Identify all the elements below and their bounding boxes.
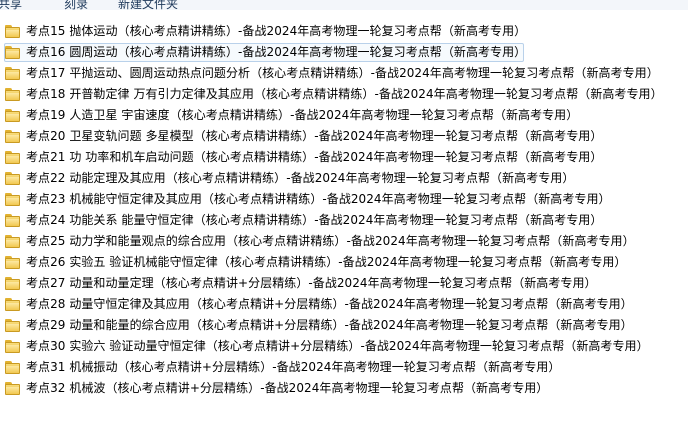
- folder-item[interactable]: 考点32 机械波（核心考点精讲+分层精练）-备战2024年高考物理一轮复习考点帮…: [0, 378, 688, 399]
- folder-name: 考点24 功能关系 能量守恒定律（核心考点精讲精练）-备战2024年高考物理一轮…: [26, 213, 603, 227]
- folder-item[interactable]: 考点23 机械能守恒定律及其应用（核心考点精讲精练）-备战2024年高考物理一轮…: [0, 189, 688, 210]
- folder-name: 考点23 机械能守恒定律及其应用（核心考点精讲精练）-备战2024年高考物理一轮…: [26, 192, 611, 206]
- folder-icon: [5, 193, 20, 206]
- folder-name: 考点18 开普勒定律 万有引力定律及其应用（核心考点精讲精练）-备战2024年高…: [26, 87, 663, 101]
- folder-icon: [5, 88, 20, 101]
- folder-icon: [5, 46, 20, 59]
- folder-item[interactable]: 考点30 实验六 验证动量守恒定律（核心考点精讲+分层精练）-备战2024年高考…: [0, 336, 688, 357]
- folder-icon: [5, 298, 20, 311]
- folder-item[interactable]: 考点21 功 功率和机车启动问题（核心考点精讲精练）-备战2024年高考物理一轮…: [0, 147, 688, 168]
- folder-icon: [5, 277, 20, 290]
- folder-name: 考点19 人造卫星 宇宙速度（核心考点精讲精练）-备战2024年高考物理一轮复习…: [26, 108, 579, 122]
- folder-name: 考点30 实验六 验证动量守恒定律（核心考点精讲+分层精练）-备战2024年高考…: [26, 339, 649, 353]
- folder-icon: [5, 382, 20, 395]
- folder-icon: [5, 256, 20, 269]
- folder-item[interactable]: 考点27 动量和动量定理（核心考点精讲+分层精练）-备战2024年高考物理一轮复…: [0, 273, 688, 294]
- file-list: 考点15 抛体运动（核心考点精讲精练）-备战2024年高考物理一轮复习考点帮（新…: [0, 21, 688, 399]
- folder-item[interactable]: 考点29 动量和能量的综合应用（核心考点精讲+分层精练）-备战2024年高考物理…: [0, 315, 688, 336]
- folder-name: 考点15 抛体运动（核心考点精讲精练）-备战2024年高考物理一轮复习考点帮（新…: [26, 24, 527, 38]
- folder-item[interactable]: 考点26 实验五 验证机械能守恒定律（核心考点精讲精练）-备战2024年高考物理…: [0, 252, 688, 273]
- folder-name: 考点26 实验五 验证机械能守恒定律（核心考点精讲精练）-备战2024年高考物理…: [26, 255, 627, 269]
- new-folder-button[interactable]: 新建文件夹: [118, 0, 178, 10]
- folder-icon: [5, 109, 20, 122]
- folder-icon: [5, 214, 20, 227]
- folder-item[interactable]: 考点17 平抛运动、圆周运动热点问题分析（核心考点精讲精练）-备战2024年高考…: [0, 63, 688, 84]
- folder-icon: [5, 130, 20, 143]
- explorer-toolbar: 共享 刻录 新建文件夹: [0, 0, 688, 10]
- folder-icon: [5, 340, 20, 353]
- folder-item[interactable]: 考点31 机械振动（核心考点精讲+分层精练）-备战2024年高考物理一轮复习考点…: [0, 357, 688, 378]
- folder-item[interactable]: 考点19 人造卫星 宇宙速度（核心考点精讲精练）-备战2024年高考物理一轮复习…: [0, 105, 688, 126]
- folder-name: 考点27 动量和动量定理（核心考点精讲+分层精练）-备战2024年高考物理一轮复…: [26, 276, 597, 290]
- folder-icon: [5, 67, 20, 80]
- burn-button[interactable]: 刻录: [64, 0, 88, 10]
- folder-item[interactable]: 考点22 动能定理及其应用（核心考点精讲精练）-备战2024年高考物理一轮复习考…: [0, 168, 688, 189]
- folder-item[interactable]: 考点15 抛体运动（核心考点精讲精练）-备战2024年高考物理一轮复习考点帮（新…: [0, 21, 688, 42]
- folder-name: 考点31 机械振动（核心考点精讲+分层精练）-备战2024年高考物理一轮复习考点…: [26, 360, 561, 374]
- folder-item[interactable]: 考点16 圆周运动（核心考点精讲精练）-备战2024年高考物理一轮复习考点帮（新…: [0, 42, 688, 63]
- folder-item[interactable]: 考点20 卫星变轨问题 多星模型（核心考点精讲精练）-备战2024年高考物理一轮…: [0, 126, 688, 147]
- folder-icon: [5, 319, 20, 332]
- folder-icon: [5, 172, 20, 185]
- folder-icon: [5, 361, 20, 374]
- folder-item[interactable]: 考点24 功能关系 能量守恒定律（核心考点精讲精练）-备战2024年高考物理一轮…: [0, 210, 688, 231]
- folder-name: 考点25 动力学和能量观点的综合应用（核心考点精讲精练）-备战2024年高考物理…: [26, 234, 635, 248]
- folder-name: 考点29 动量和能量的综合应用（核心考点精讲+分层精练）-备战2024年高考物理…: [26, 318, 633, 332]
- folder-icon: [5, 235, 20, 248]
- folder-name: 考点22 动能定理及其应用（核心考点精讲精练）-备战2024年高考物理一轮复习考…: [26, 171, 575, 185]
- folder-name: 考点28 动量守恒定律及其应用（核心考点精讲+分层精练）-备战2024年高考物理…: [26, 297, 633, 311]
- folder-name: 考点32 机械波（核心考点精讲+分层精练）-备战2024年高考物理一轮复习考点帮…: [26, 381, 549, 395]
- folder-item[interactable]: 考点25 动力学和能量观点的综合应用（核心考点精讲精练）-备战2024年高考物理…: [0, 231, 688, 252]
- folder-name: 考点21 功 功率和机车启动问题（核心考点精讲精练）-备战2024年高考物理一轮…: [26, 150, 603, 164]
- folder-item[interactable]: 考点28 动量守恒定律及其应用（核心考点精讲+分层精练）-备战2024年高考物理…: [0, 294, 688, 315]
- folder-name: 考点17 平抛运动、圆周运动热点问题分析（核心考点精讲精练）-备战2024年高考…: [26, 66, 659, 80]
- folder-icon: [5, 151, 20, 164]
- share-button[interactable]: 共享: [0, 0, 22, 10]
- folder-item[interactable]: 考点18 开普勒定律 万有引力定律及其应用（核心考点精讲精练）-备战2024年高…: [0, 84, 688, 105]
- folder-name: 考点16 圆周运动（核心考点精讲精练）-备战2024年高考物理一轮复习考点帮（新…: [26, 45, 527, 59]
- folder-icon: [5, 25, 20, 38]
- folder-name: 考点20 卫星变轨问题 多星模型（核心考点精讲精练）-备战2024年高考物理一轮…: [26, 129, 603, 143]
